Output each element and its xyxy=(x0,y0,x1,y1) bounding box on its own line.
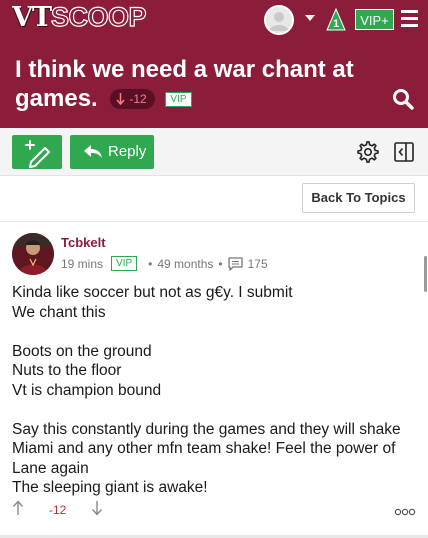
vip-plus-button[interactable]: VIP+ xyxy=(355,9,394,30)
site-logo[interactable]: VT SCOOP xyxy=(12,1,147,33)
member-age: 49 months xyxy=(157,256,214,271)
user-vip-badge: VIP xyxy=(111,256,138,271)
post-meta: 19 mins VIP • 49 months • 175 xyxy=(61,256,268,271)
logo-scoop-text: SCOOP xyxy=(50,1,147,32)
post-score: -12 xyxy=(49,503,67,517)
meta-separator: • xyxy=(148,256,153,271)
thread-toolbar: Reply xyxy=(0,128,428,292)
comment-icon xyxy=(227,256,243,271)
post-line: Say this constantly during the games and… xyxy=(12,420,401,477)
back-to-topics-button[interactable]: Back To Topics xyxy=(302,183,415,213)
reply-arrow-icon xyxy=(84,145,102,158)
reply-label: Reply xyxy=(108,143,147,160)
post-line: Nuts to the floor xyxy=(12,362,122,379)
reply-button[interactable]: Reply xyxy=(70,135,154,169)
post-line: The sleeping giant is awake! xyxy=(12,479,208,496)
post-username[interactable]: Tcbkelt xyxy=(61,235,106,250)
down-arrow-icon xyxy=(116,93,125,106)
thread-vip-badge: VIP xyxy=(165,92,192,107)
logo-vt-text: VT xyxy=(12,2,52,33)
site-header: VT SCOOP 1 VIP+ I think we need a war ch… xyxy=(0,0,428,128)
upvote-icon[interactable] xyxy=(12,500,24,516)
menu-icon[interactable] xyxy=(401,10,418,27)
account-dropdown-icon[interactable] xyxy=(305,15,315,21)
post-actions: -12 xyxy=(0,498,428,520)
post-line: Boots on the ground xyxy=(12,342,152,360)
post-time: 19 mins xyxy=(61,256,104,271)
post-count: 175 xyxy=(247,256,268,271)
gear-icon[interactable] xyxy=(357,141,379,163)
scrollbar-thumb[interactable] xyxy=(424,256,427,292)
new-post-icon xyxy=(25,140,50,168)
divider xyxy=(0,221,428,222)
user-avatar[interactable] xyxy=(12,233,54,275)
account-avatar[interactable] xyxy=(264,5,294,35)
notification-icon[interactable]: 1 xyxy=(324,7,348,32)
meta-separator: • xyxy=(218,256,223,271)
notification-count: 1 xyxy=(333,18,339,30)
post-line: We chant this xyxy=(12,303,106,321)
new-post-button[interactable] xyxy=(12,135,62,169)
post-body: Kinda like soccer but not as g€y. I subm… xyxy=(12,283,422,498)
panel-toggle-icon[interactable] xyxy=(393,141,415,163)
post-line: Vt is champion bound xyxy=(12,381,162,399)
more-options-icon[interactable] xyxy=(394,504,416,516)
thread-vote-pill: -12 xyxy=(110,89,155,109)
thread-title-block: I think we need a war chant at games. -1… xyxy=(15,55,375,113)
downvote-icon[interactable] xyxy=(91,500,103,516)
search-icon[interactable] xyxy=(392,88,414,110)
thread-score: -12 xyxy=(129,92,147,106)
post-line: Kinda like soccer but not as g€y. I subm… xyxy=(12,284,293,301)
